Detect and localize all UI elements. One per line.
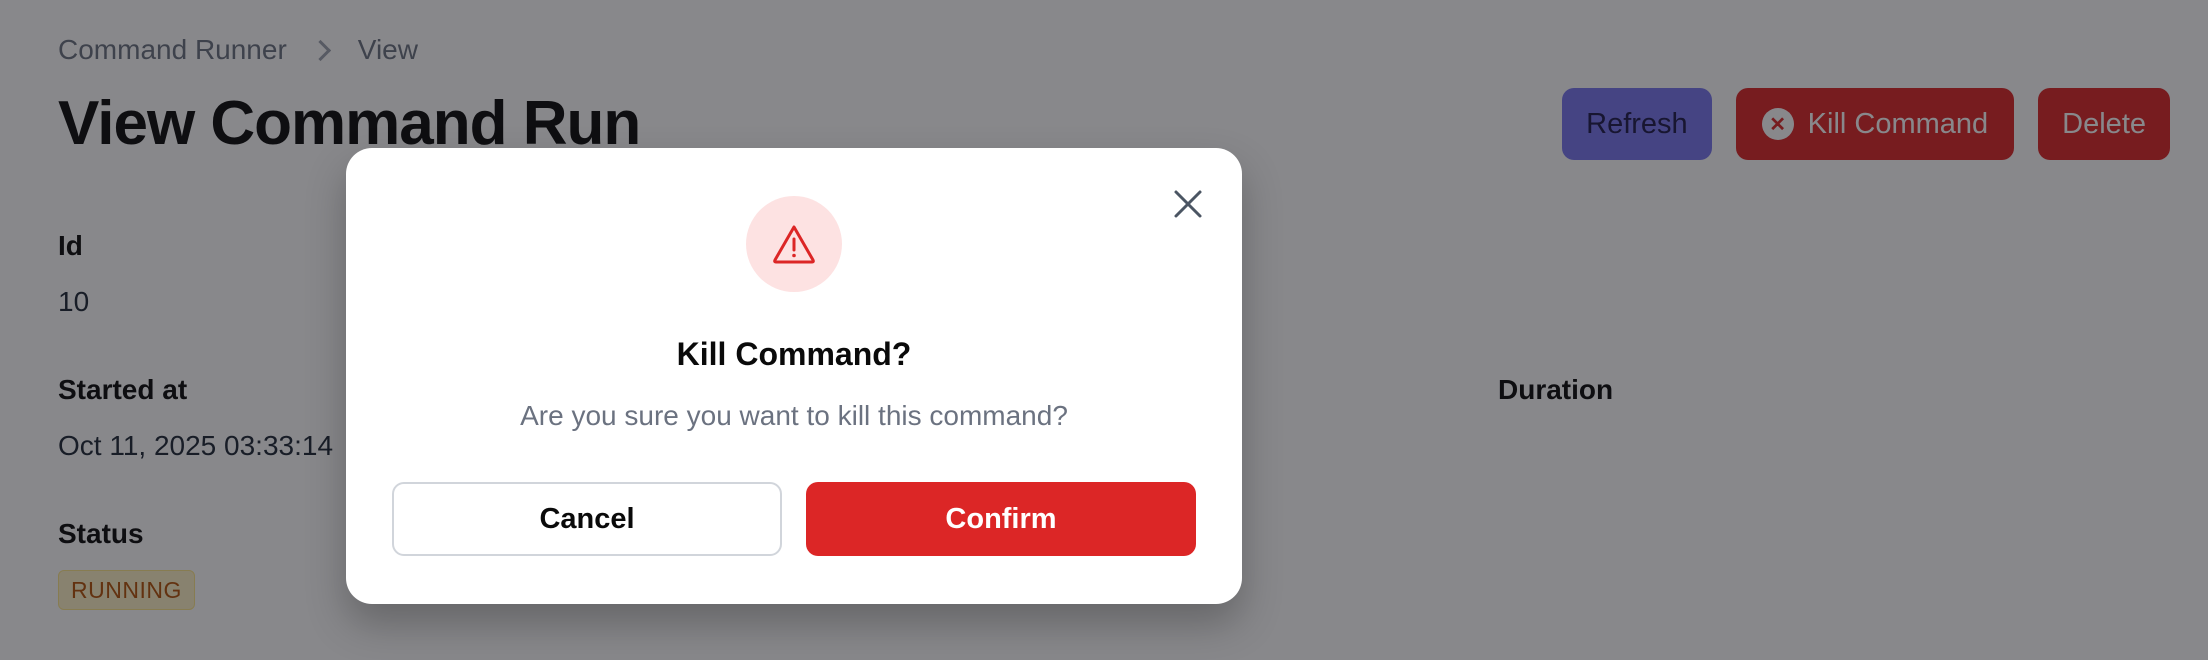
dialog-title: Kill Command?	[676, 336, 912, 372]
cancel-button[interactable]: Cancel	[392, 482, 782, 556]
page: Command Runner View View Command Run Ref…	[0, 0, 2208, 660]
dialog-message: Are you sure you want to kill this comma…	[520, 400, 1068, 431]
warning-icon-container	[746, 196, 842, 292]
confirm-dialog: Kill Command? Are you sure you want to k…	[346, 148, 1242, 604]
close-icon[interactable]	[1170, 186, 1206, 222]
confirm-button[interactable]: Confirm	[806, 482, 1196, 556]
warning-triangle-icon	[773, 225, 815, 264]
